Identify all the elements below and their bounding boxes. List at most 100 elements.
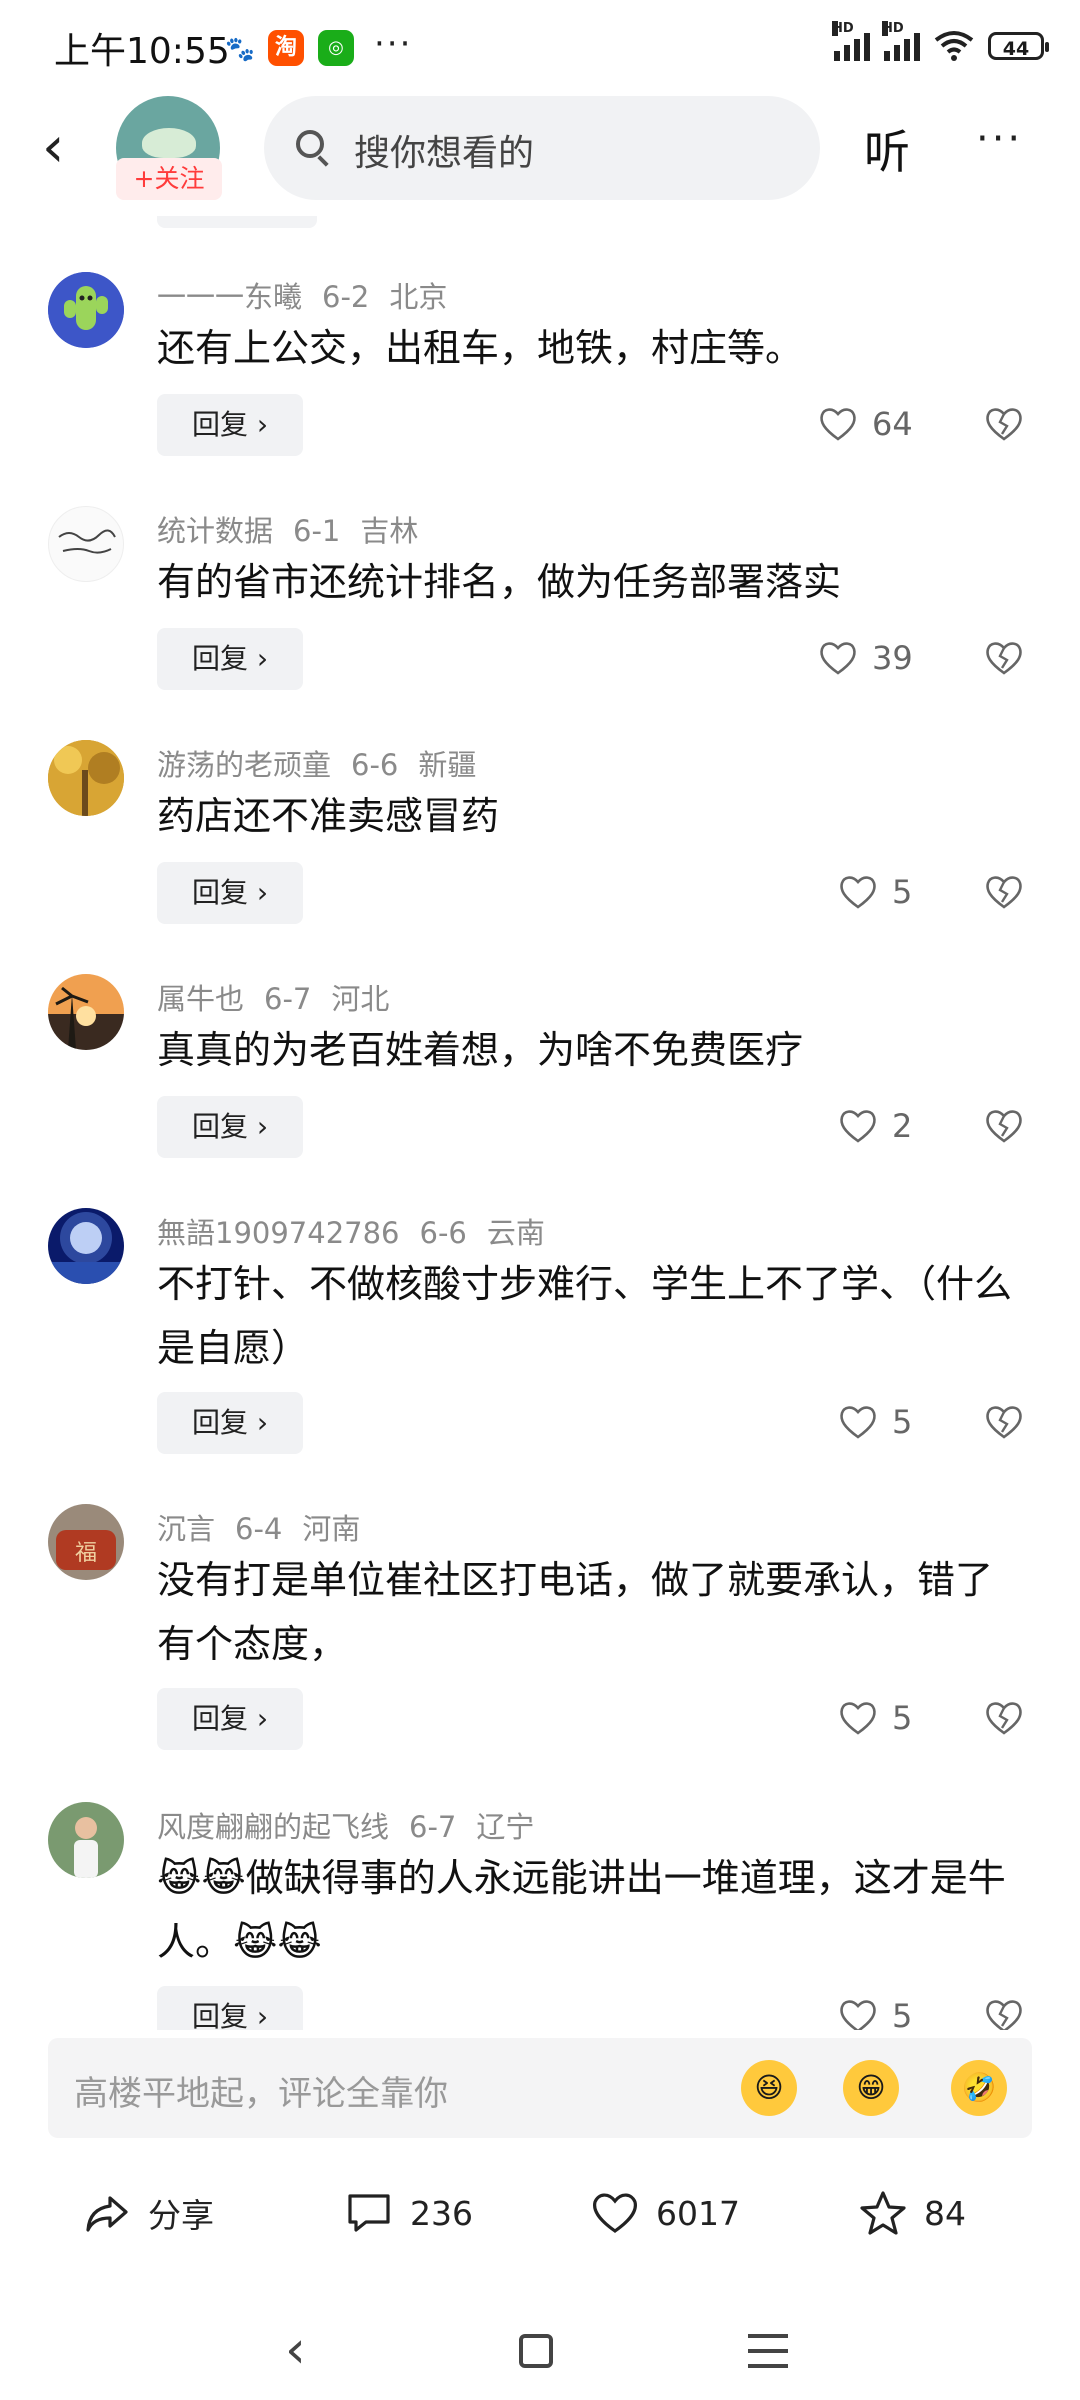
like-button[interactable]: 5 bbox=[838, 862, 912, 922]
heart-icon bbox=[840, 2000, 876, 2030]
like-button[interactable]: 5 bbox=[838, 1392, 912, 1452]
like-button[interactable]: 5 bbox=[838, 1688, 912, 1748]
comment-avatar[interactable] bbox=[48, 272, 124, 348]
comment-meta: 一一一东曦 6-2 北京 bbox=[157, 274, 467, 316]
comment-avatar[interactable] bbox=[48, 1208, 124, 1284]
comment-username[interactable]: 属牛也 bbox=[157, 982, 244, 1016]
wechat-app-icon: ◎ bbox=[318, 30, 354, 66]
status-bar: 上午10:55 🐾 淘 ◎ ··· HD HD 44 bbox=[0, 0, 1080, 96]
like-count: 2 bbox=[892, 1107, 913, 1145]
broken-heart-icon[interactable] bbox=[984, 1996, 1024, 2030]
like-button[interactable]: 64 bbox=[818, 394, 913, 454]
comment-date: 6-7 bbox=[409, 1810, 457, 1844]
heart-icon bbox=[840, 876, 876, 909]
comment-username[interactable]: 沉言 bbox=[157, 1512, 215, 1546]
comment-meta: 沉言 6-4 河南 bbox=[157, 1506, 380, 1548]
share-label: 分享 bbox=[148, 2196, 214, 2235]
like-button[interactable]: 39 bbox=[818, 628, 913, 688]
comment-location: 吉林 bbox=[360, 514, 419, 548]
comment-text: 真真的为老百姓着想，为啥不免费医疗 bbox=[157, 1028, 804, 1072]
comment-meta: 属牛也 6-7 河北 bbox=[157, 976, 409, 1018]
reply-button[interactable]: 回复 › bbox=[157, 628, 303, 690]
reply-button[interactable]: 回复 › bbox=[157, 862, 303, 924]
comment-username[interactable]: 一一一东曦 bbox=[157, 280, 302, 314]
grinning-emoji-icon[interactable]: 😁 bbox=[843, 2060, 899, 2116]
share-button[interactable]: 分享 bbox=[82, 2188, 214, 2238]
follow-button[interactable]: +关注 bbox=[116, 158, 222, 200]
like-count: 64 bbox=[872, 405, 913, 443]
like-count: 5 bbox=[892, 1997, 913, 2030]
comment-avatar[interactable] bbox=[48, 974, 124, 1050]
reply-button[interactable]: 回复 › bbox=[157, 1392, 303, 1454]
favorite-count: 84 bbox=[924, 2193, 966, 2233]
signal-icon-2: HD bbox=[882, 21, 920, 61]
comment-location: 河南 bbox=[302, 1512, 361, 1546]
star-icon bbox=[860, 2191, 906, 2235]
like-button[interactable]: 5 bbox=[838, 1986, 912, 2030]
comment-date: 6-2 bbox=[322, 280, 370, 314]
comment-meta: 無語1909742786 6-6 云南 bbox=[157, 1210, 565, 1252]
like-button[interactable]: 2 bbox=[838, 1096, 912, 1156]
reply-button[interactable]: 回复 › bbox=[157, 1096, 303, 1158]
hd-label-2: HD bbox=[882, 21, 904, 36]
listen-button[interactable]: 听 bbox=[864, 116, 910, 182]
action-bar: 分享 236 6017 84 bbox=[0, 2160, 1080, 2270]
broken-heart-icon[interactable] bbox=[984, 1402, 1024, 1442]
comment-location: 北京 bbox=[389, 280, 448, 314]
search-icon bbox=[296, 130, 324, 158]
comment-username[interactable]: 無語1909742786 bbox=[157, 1216, 400, 1250]
rofl-emoji-icon[interactable]: 🤣 bbox=[951, 2060, 1007, 2116]
like-count: 5 bbox=[892, 1403, 913, 1441]
hd-label: HD bbox=[832, 21, 854, 36]
comment-text: 有的省市还统计排名，做为任务部署落实 bbox=[157, 560, 842, 604]
favorite-button[interactable]: 84 bbox=[858, 2188, 966, 2238]
comment-text: 还有上公交，出租车，地铁，村庄等。 bbox=[157, 326, 804, 370]
heart-icon bbox=[592, 2193, 638, 2233]
system-nav-bar: ‹ bbox=[0, 2300, 1080, 2400]
comment-meta: 统计数据 6-1 吉林 bbox=[157, 508, 438, 550]
comment-location: 辽宁 bbox=[476, 1810, 535, 1844]
reply-button[interactable]: 回复 › bbox=[157, 394, 303, 456]
comment-meta: 风度翩翩的起飞线 6-7 辽宁 bbox=[157, 1804, 554, 1846]
nav-back-icon[interactable]: ‹ bbox=[285, 2320, 306, 2380]
comment-list[interactable]: 一一一东曦 6-2 北京 还有上公交，出租车，地铁，村庄等。 回复 › 64 统计数… bbox=[0, 216, 1080, 2030]
broken-heart-icon[interactable] bbox=[984, 404, 1024, 444]
nav-recents-icon[interactable] bbox=[748, 2334, 788, 2368]
nav-home-icon[interactable] bbox=[519, 2334, 553, 2368]
comment-input[interactable]: 高楼平地起，评论全靠你 😆 😁 🤣 bbox=[48, 2038, 1032, 2138]
broken-heart-icon[interactable] bbox=[984, 1698, 1024, 1738]
like-post-button[interactable]: 6017 bbox=[590, 2188, 740, 2238]
broken-heart-icon[interactable] bbox=[984, 872, 1024, 912]
like-count: 5 bbox=[892, 1699, 913, 1737]
comment-username[interactable]: 风度翩翩的起飞线 bbox=[157, 1810, 389, 1844]
comment-username[interactable]: 统计数据 bbox=[157, 514, 273, 548]
comment-location: 云南 bbox=[486, 1216, 545, 1250]
baidu-paw-icon: 🐾 bbox=[225, 35, 255, 63]
search-input[interactable]: 搜你想看的 bbox=[264, 96, 820, 200]
author-avatar[interactable]: +关注 bbox=[116, 96, 222, 202]
broken-heart-icon[interactable] bbox=[984, 638, 1024, 678]
comment-avatar[interactable]: 福 bbox=[48, 1504, 124, 1580]
comment-avatar[interactable] bbox=[48, 506, 124, 582]
reply-button[interactable]: 回复 › bbox=[157, 1986, 303, 2030]
comments-button[interactable]: 236 bbox=[344, 2188, 473, 2238]
comment-username[interactable]: 游荡的老顽童 bbox=[157, 748, 331, 782]
search-placeholder: 搜你想看的 bbox=[354, 133, 535, 174]
heart-icon bbox=[820, 408, 856, 441]
comment-input-placeholder: 高楼平地起，评论全靠你 bbox=[74, 2074, 448, 2114]
comment-text: 没有打是单位崔社区打电话，做了就要承认，错了有个态度， bbox=[157, 1558, 994, 1666]
laughing-emoji-icon[interactable]: 😆 bbox=[741, 2060, 797, 2116]
more-menu-button[interactable]: ··· bbox=[976, 116, 1023, 162]
comment-avatar[interactable] bbox=[48, 1802, 124, 1878]
comment-avatar[interactable] bbox=[48, 740, 124, 816]
comment-text: 不打针、不做核酸寸步难行、学生上不了学、（什么是自愿） bbox=[157, 1262, 1013, 1370]
reply-button[interactable]: 回复 › bbox=[157, 1688, 303, 1750]
heart-icon bbox=[840, 1702, 876, 1735]
wifi-icon bbox=[934, 31, 974, 61]
broken-heart-icon[interactable] bbox=[984, 1106, 1024, 1146]
heart-icon bbox=[820, 642, 856, 675]
comment-date: 6-6 bbox=[419, 1216, 467, 1250]
heart-icon bbox=[840, 1406, 876, 1439]
back-button[interactable]: ‹ bbox=[42, 120, 92, 180]
svg-text:福: 福 bbox=[75, 1541, 97, 1566]
